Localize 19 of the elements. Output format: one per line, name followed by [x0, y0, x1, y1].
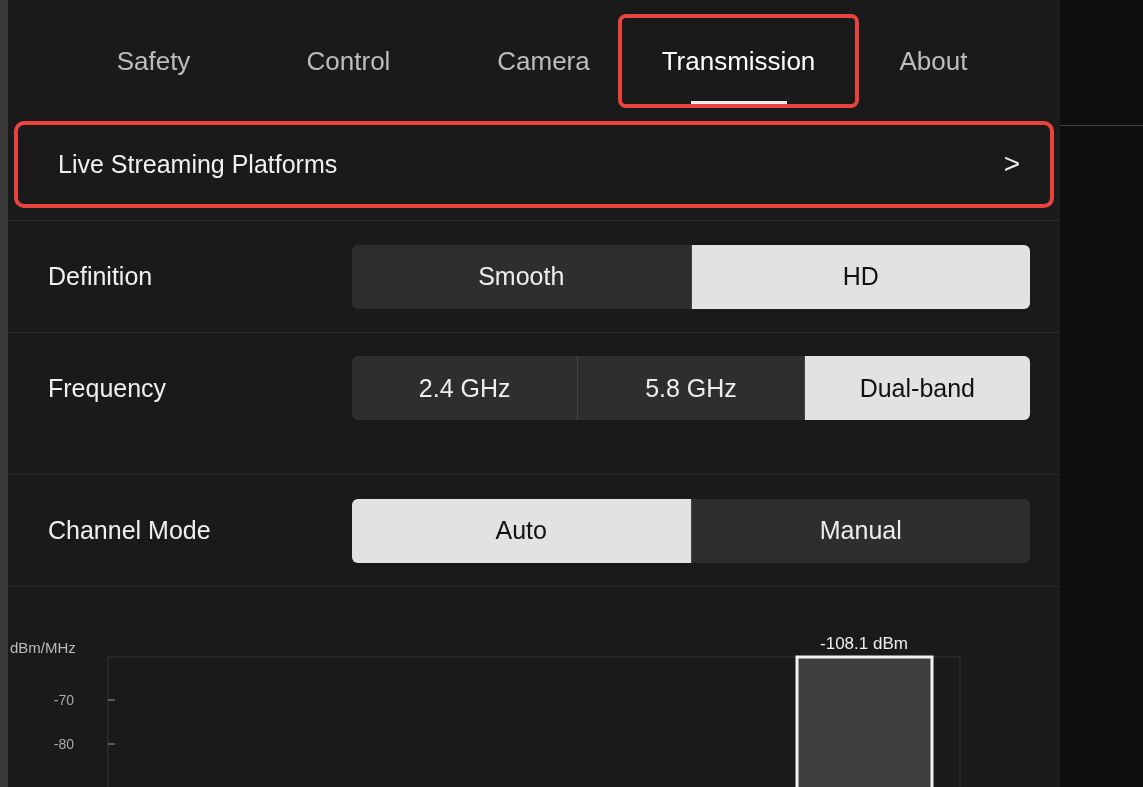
setting-label: Definition [48, 262, 153, 292]
bar-value-label: -108.1 dBm [820, 634, 908, 653]
segment-option[interactable]: Manual [690, 498, 1030, 563]
tab[interactable]: Transmission [618, 14, 859, 108]
segment-option[interactable]: Dual-band [803, 356, 1030, 421]
row-label: Live Streaming Platforms [58, 149, 338, 179]
axis-unit-label: dBm/MHz [10, 639, 76, 656]
live-streaming-row[interactable]: Live Streaming Platforms > [18, 124, 1050, 205]
tab[interactable]: Control [251, 14, 446, 108]
segment-option[interactable]: HD [690, 244, 1030, 309]
tick-mark [107, 699, 116, 701]
tick-mark [107, 743, 116, 745]
y-tick-label: -80 [53, 736, 74, 752]
setting-label: Frequency [48, 373, 167, 403]
chevron-icon: > [1003, 148, 1020, 181]
setting-label: Channel Mode [48, 516, 211, 546]
segment-option[interactable]: Auto [352, 498, 691, 563]
y-tick-label: -70 [53, 692, 74, 708]
tab[interactable]: Safety [56, 14, 251, 108]
